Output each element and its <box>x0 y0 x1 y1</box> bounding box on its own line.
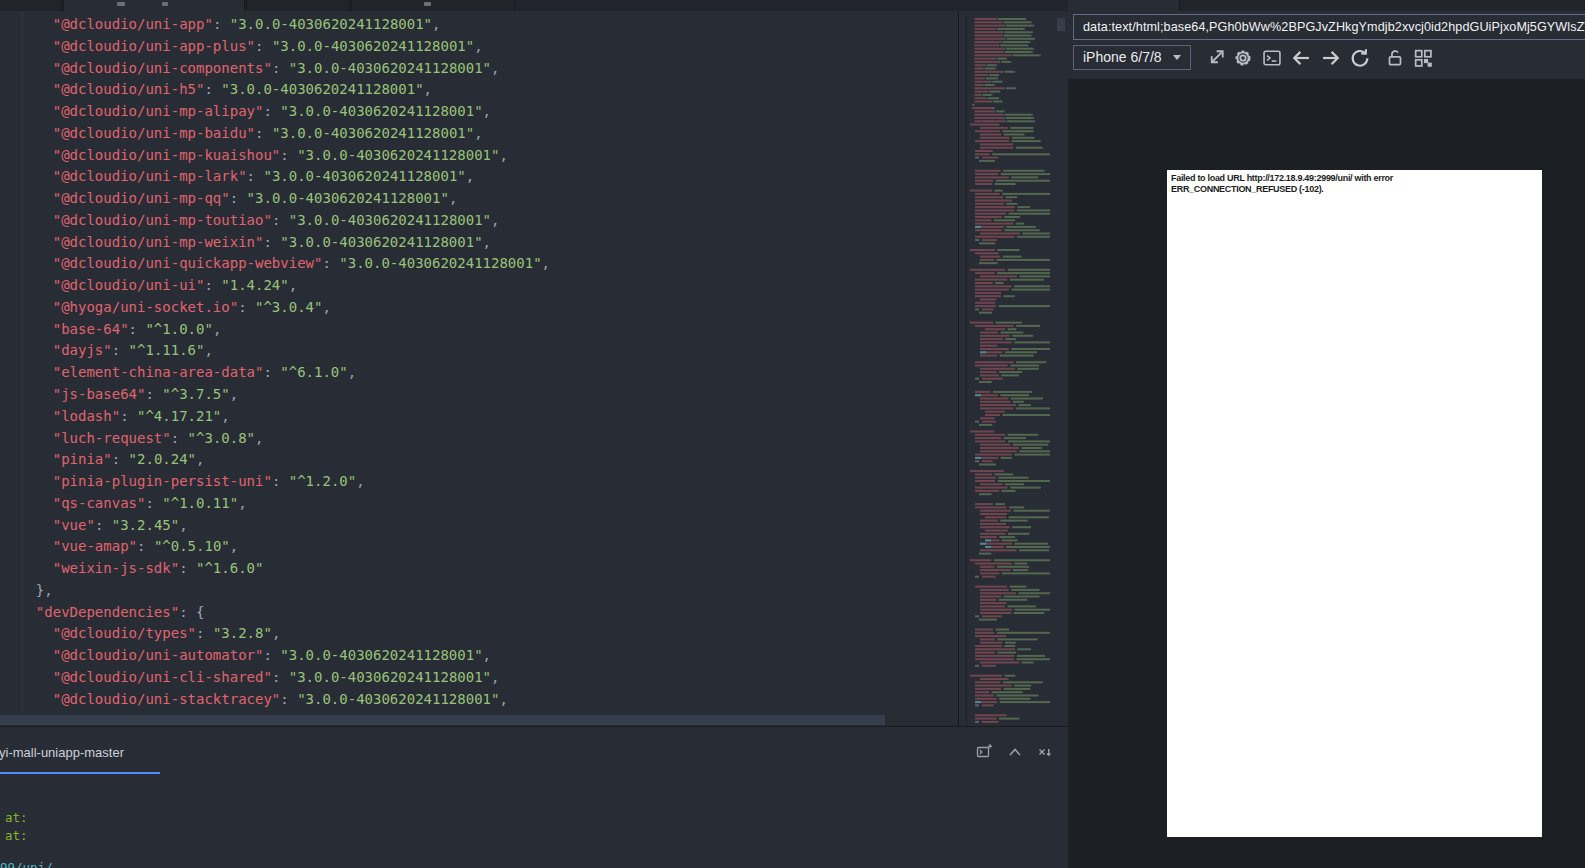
minimap-guide-line <box>966 16 967 726</box>
code-line: "@dcloudio/uni-mp-alipay": "3.0.0-403062… <box>19 101 949 123</box>
code-line: "lodash": "^4.17.21", <box>19 406 949 428</box>
new-terminal-icon[interactable] <box>975 743 993 761</box>
code-line: "@dcloudio/uni-app-plus": "3.0.0-4030620… <box>19 36 949 58</box>
code-line: "@hyoga/uni-socket.io": "^3.0.4", <box>19 297 949 319</box>
code-line: "@dcloudio/uni-stacktracey": "3.0.0-4030… <box>19 689 949 711</box>
code-line: "weixin-js-sdk": "^1.6.0" <box>19 558 949 580</box>
code-line: "@dcloudio/uni-ui": "1.4.24", <box>19 275 949 297</box>
window: "@dcloudio/uni-app": "3.0.0-403062024112… <box>0 0 1585 868</box>
code-line: "@dcloudio/uni-mp-weixin": "3.0.0-403062… <box>19 232 949 254</box>
editor-tab-4[interactable] <box>351 0 515 11</box>
code-line: "dayjs": "^1.11.6", <box>19 340 949 362</box>
clear-console-icon[interactable] <box>1036 743 1054 761</box>
code-line: "@dcloudio/uni-h5": "3.0.0-4030620241128… <box>19 79 949 101</box>
code-line: "@dcloudio/uni-mp-qq": "3.0.0-4030620241… <box>19 188 949 210</box>
code-editor[interactable]: "@dcloudio/uni-app": "3.0.0-403062024112… <box>19 14 949 711</box>
console-tab-underline <box>0 772 160 774</box>
qr-code-icon[interactable] <box>1412 47 1434 69</box>
console-toggle-icon[interactable] <box>1261 47 1283 69</box>
code-line: "vue-amap": "^0.5.10", <box>19 536 949 558</box>
console-divider <box>0 726 1068 727</box>
code-line: "vue": "3.2.45", <box>19 515 949 537</box>
minimap[interactable] <box>968 16 1050 724</box>
url-input[interactable]: data:text/html;base64,PGh0bWw%2BPGJvZHkg… <box>1073 14 1585 40</box>
device-select-value: iPhone 6/7/8 <box>1083 49 1162 65</box>
code-line: "qs-canvas": "^1.0.11", <box>19 493 949 515</box>
console-output-line: at: <box>5 810 28 825</box>
chevron-down-icon <box>1173 55 1181 60</box>
code-line: "@dcloudio/uni-mp-baidu": "3.0.0-4030620… <box>19 123 949 145</box>
editor-tab-1[interactable] <box>0 0 62 11</box>
lock-icon[interactable] <box>1384 47 1406 69</box>
settings-gear-icon[interactable] <box>1232 47 1254 69</box>
editor-tab-active[interactable] <box>63 0 245 11</box>
code-line: "js-base64": "^3.7.5", <box>19 384 949 406</box>
minimap-divider <box>958 11 959 726</box>
console-output-line: at: <box>5 828 28 843</box>
back-icon[interactable] <box>1290 47 1312 69</box>
page-error-text: Failed to load URL http://172.18.9.49:29… <box>1171 173 1511 195</box>
code-line: "@dcloudio/uni-quickapp-webview": "3.0.0… <box>19 253 949 275</box>
code-line: "@dcloudio/uni-components": "3.0.0-40306… <box>19 58 949 80</box>
code-line: "@dcloudio/uni-mp-toutiao": "3.0.0-40306… <box>19 210 949 232</box>
editor-tab-strip <box>0 0 1068 11</box>
code-line: "pinia-plugin-persist-uni": "^1.2.0", <box>19 471 949 493</box>
console-output-link[interactable]: 99/uni/ <box>0 860 53 868</box>
code-line: "luch-request": "^3.0.8", <box>19 428 949 450</box>
collapse-panel-icon[interactable] <box>1006 743 1024 761</box>
code-line: "@dcloudio/uni-mp-lark": "3.0.0-40306202… <box>19 166 949 188</box>
open-external-icon[interactable] <box>1205 47 1227 69</box>
forward-icon[interactable] <box>1320 47 1342 69</box>
editor-tab-3[interactable] <box>246 0 350 11</box>
console-tab[interactable]: yi-mall-uniapp-master <box>0 745 124 760</box>
code-line: "@dcloudio/uni-cli-shared": "3.0.0-40306… <box>19 667 949 689</box>
preview-tab-active[interactable] <box>1068 0 1180 11</box>
code-line: "@dcloudio/uni-mp-kuaishou": "3.0.0-4030… <box>19 145 949 167</box>
code-line: "element-china-area-data": "^6.1.0", <box>19 362 949 384</box>
vertical-scrollbar-thumb[interactable] <box>1057 18 1065 31</box>
horizontal-scrollbar-thumb[interactable] <box>0 715 885 725</box>
code-line: }, <box>19 580 949 602</box>
code-line: "@dcloudio/uni-automator": "3.0.0-403062… <box>19 645 949 667</box>
code-line: "@dcloudio/uni-app": "3.0.0-403062024112… <box>19 14 949 36</box>
code-line: "devDependencies": { <box>19 602 949 624</box>
device-viewport[interactable]: Failed to load URL http://172.18.9.49:29… <box>1167 170 1542 837</box>
code-line: "base-64": "^1.0.0", <box>19 319 949 341</box>
refresh-icon[interactable] <box>1349 47 1371 69</box>
code-line: "@dcloudio/types": "3.2.8", <box>19 623 949 645</box>
code-line: "pinia": "2.0.24", <box>19 449 949 471</box>
